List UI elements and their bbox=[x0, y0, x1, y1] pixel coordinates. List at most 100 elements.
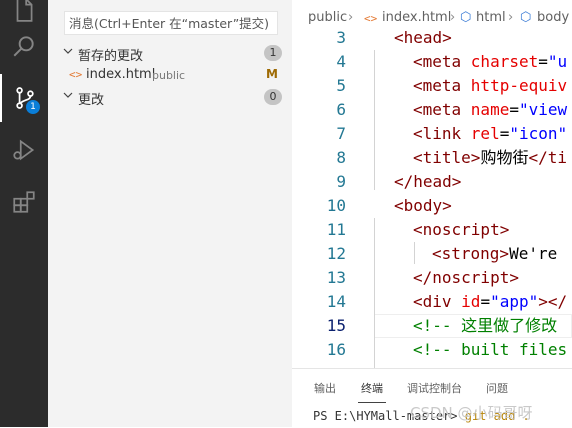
line-number: 8 bbox=[336, 148, 346, 167]
file-status: M bbox=[266, 67, 278, 81]
code-token: <meta bbox=[413, 52, 471, 71]
code-line[interactable]: 12 <strong>We're bbox=[292, 242, 572, 266]
code-token: = bbox=[499, 124, 510, 143]
line-number: 4 bbox=[336, 52, 346, 71]
code-token: 购物街 bbox=[480, 148, 529, 167]
code-line[interactable]: 4 <meta charset="u bbox=[292, 50, 572, 74]
staged-changes-group[interactable]: 暂存的更改 1 bbox=[48, 42, 292, 64]
line-number: 7 bbox=[336, 124, 346, 143]
code-token: <!-- built files bbox=[413, 340, 568, 359]
line-number: 11 bbox=[326, 220, 346, 239]
code-text: <div id="app"></ bbox=[413, 290, 567, 314]
line-number: 6 bbox=[336, 100, 346, 119]
code-token: </ti bbox=[528, 148, 567, 167]
breadcrumb-node-body[interactable]: body bbox=[537, 10, 569, 25]
staged-file-row[interactable]: <> index.html public M bbox=[48, 64, 292, 86]
code-text: <body> bbox=[394, 194, 452, 218]
tab-debug-console[interactable]: 调试控制台 bbox=[407, 380, 462, 396]
watermark: CSDN @小码哥呀 bbox=[410, 404, 533, 422]
code-line[interactable]: 6 <meta name="view bbox=[292, 98, 572, 122]
tab-problems[interactable]: 问题 bbox=[486, 380, 508, 396]
code-text: </head> bbox=[394, 170, 461, 194]
chevron-right-icon: › bbox=[348, 10, 354, 25]
source-control-sidebar: 消息(Ctrl+Enter 在“master”提交) 暂存的更改 1 <> in… bbox=[48, 0, 292, 427]
staged-changes-label: 暂存的更改 bbox=[78, 49, 144, 64]
code-text: <title>购物街</ti bbox=[413, 146, 567, 170]
changes-count-badge: 0 bbox=[264, 89, 282, 105]
code-token: We're bbox=[509, 244, 558, 263]
line-number: 12 bbox=[326, 244, 346, 263]
chevron-down-icon bbox=[63, 92, 73, 98]
file-path: public bbox=[152, 69, 186, 82]
code-token: name bbox=[470, 100, 510, 119]
line-number: 16 bbox=[326, 340, 346, 359]
code-token: = bbox=[480, 292, 491, 311]
code-token: <!-- 这里做了修改 bbox=[413, 316, 558, 335]
extensions-icon[interactable] bbox=[0, 178, 48, 226]
element-icon: ⬡ bbox=[520, 10, 532, 25]
code-line[interactable]: 10 <body> bbox=[292, 194, 572, 218]
active-tab-indicator bbox=[358, 402, 386, 403]
code-line[interactable]: 9 </head> bbox=[292, 170, 572, 194]
changes-group[interactable]: 更改 0 bbox=[48, 86, 292, 108]
line-number: 13 bbox=[326, 268, 346, 287]
chevron-right-icon: › bbox=[508, 10, 514, 25]
code-line[interactable]: 7 <link rel="icon" bbox=[292, 122, 572, 146]
breadcrumb-folder[interactable]: public bbox=[308, 10, 347, 25]
code-line[interactable]: 16 <!-- built files bbox=[292, 338, 572, 362]
code-token: rel bbox=[470, 124, 500, 143]
code-token: <head> bbox=[394, 28, 452, 47]
code-text: <!-- built files bbox=[413, 338, 567, 362]
code-text: <head> bbox=[394, 26, 452, 50]
run-debug-icon[interactable] bbox=[0, 126, 48, 174]
code-token: id bbox=[461, 292, 481, 311]
code-token: <meta bbox=[413, 100, 471, 119]
bottom-panel: 输出 终端 调试控制台 问题 PS E:\HYMall-master> git … bbox=[292, 368, 572, 428]
code-token: = bbox=[509, 100, 519, 119]
code-editor[interactable]: public › <> index.html › ⬡ html › ⬡ body… bbox=[292, 0, 572, 368]
code-token: "icon" bbox=[509, 124, 568, 143]
staged-count-badge: 1 bbox=[264, 45, 282, 61]
code-line[interactable]: 8 <title>购物街</ti bbox=[292, 146, 572, 170]
commit-message-input[interactable]: 消息(Ctrl+Enter 在“master”提交) bbox=[64, 11, 278, 35]
source-control-icon[interactable]: 1 bbox=[0, 74, 48, 122]
element-icon: ⬡ bbox=[460, 10, 472, 25]
line-number: 15 bbox=[326, 316, 346, 335]
line-number: 10 bbox=[326, 196, 346, 215]
scm-badge: 1 bbox=[26, 100, 40, 114]
html-file-icon: <> bbox=[69, 68, 83, 81]
code-text: <strong>We're bbox=[432, 242, 557, 266]
tab-terminal[interactable]: 终端 bbox=[361, 380, 383, 396]
code-token: <meta bbox=[413, 76, 471, 95]
code-token: ></ bbox=[538, 292, 568, 311]
code-token: charset bbox=[470, 52, 539, 71]
file-name: index.html bbox=[86, 67, 156, 82]
code-line[interactable]: 15 <!-- 这里做了修改 bbox=[292, 314, 572, 338]
search-icon[interactable] bbox=[0, 22, 48, 70]
changes-label: 更改 bbox=[78, 93, 105, 108]
chevron-right-icon: › bbox=[450, 10, 456, 25]
tab-output[interactable]: 输出 bbox=[314, 380, 336, 396]
code-text: </noscript> bbox=[413, 266, 519, 290]
code-token: <div bbox=[413, 292, 462, 311]
code-text: <!-- 这里做了修改 bbox=[413, 314, 557, 338]
line-number: 9 bbox=[336, 172, 346, 191]
code-line[interactable]: 3 <head> bbox=[292, 26, 572, 50]
code-line[interactable]: 14 <div id="app"></ bbox=[292, 290, 572, 314]
code-token: </head> bbox=[394, 172, 462, 191]
code-token: <link bbox=[413, 124, 471, 143]
code-line[interactable]: 11 <noscript> bbox=[292, 218, 572, 242]
code-token: http-equiv bbox=[470, 76, 568, 95]
breadcrumb-file[interactable]: index.html bbox=[382, 10, 451, 25]
code-token: = bbox=[538, 52, 548, 71]
code-token: "app" bbox=[490, 292, 539, 311]
html-file-icon: <> bbox=[364, 12, 378, 25]
code-text: <meta charset="u bbox=[413, 50, 567, 74]
breadcrumb-node-html[interactable]: html bbox=[476, 10, 506, 25]
code-line[interactable]: 5 <meta http-equiv bbox=[292, 74, 572, 98]
code-line[interactable]: 13 </noscript> bbox=[292, 266, 572, 290]
code-text: <noscript> bbox=[413, 218, 509, 242]
code-text: <link rel="icon" bbox=[413, 122, 567, 146]
code-token: <title> bbox=[413, 148, 481, 167]
code-token: <body> bbox=[394, 196, 452, 215]
